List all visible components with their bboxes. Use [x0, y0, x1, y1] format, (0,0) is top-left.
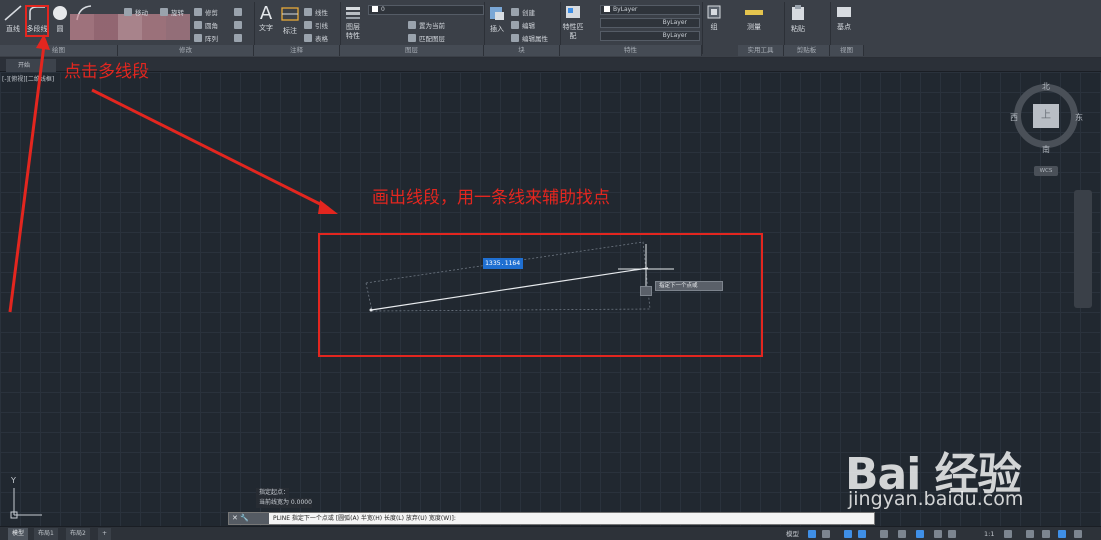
annotation-arrowhead-up [36, 34, 50, 50]
annotation-arrowhead-down [318, 200, 338, 214]
callout-click-polyline: 点击多线段 [64, 62, 149, 82]
annotation-arrow-down [91, 88, 329, 210]
add-icon[interactable] [1026, 530, 1034, 538]
scale-readout[interactable]: 1:1 [984, 528, 994, 540]
dynamic-prompt-icon [640, 286, 652, 296]
command-history: 指定起点： 当前线宽为 0.0000 [256, 488, 436, 508]
compass-east[interactable]: 东 [1075, 112, 1083, 123]
model-space-toggle[interactable]: 模型 [786, 528, 799, 540]
snap-icon[interactable] [822, 530, 830, 538]
tab-layout2[interactable]: 布局2 [66, 528, 90, 540]
isolate-icon[interactable] [1058, 530, 1066, 538]
add-layout-button[interactable]: + [98, 528, 112, 540]
command-line-controls[interactable]: ✕ 🔧 [229, 513, 269, 524]
osnap-icon[interactable] [880, 530, 888, 538]
compass-south[interactable]: 南 [1042, 144, 1050, 155]
hardware-accel-icon[interactable] [1042, 530, 1050, 538]
callout-draw-segment: 画出线段，用一条线来辅助找点 [372, 188, 610, 208]
command-history-line: 指定起点： [256, 488, 290, 498]
command-line[interactable]: ✕ 🔧 PLINE 指定下一个点或 [圆弧(A) 半宽(H) 长度(L) 放弃(… [228, 512, 875, 525]
dynamic-length-input[interactable]: 1335.1164 [483, 258, 523, 269]
dynamic-prompt-tooltip: 指定下一个点或 [655, 281, 723, 291]
workspace-gear-icon[interactable] [1004, 530, 1012, 538]
wcs-menu[interactable]: WCS [1034, 166, 1058, 176]
compass-north[interactable]: 北 [1042, 81, 1050, 92]
status-bar: 模型 布局1 布局2 + 模型 1:1 [0, 526, 1101, 540]
otrack-icon[interactable] [898, 530, 906, 538]
grid-icon[interactable] [808, 530, 816, 538]
lineweight-icon[interactable] [916, 530, 924, 538]
tab-model[interactable]: 模型 [8, 528, 29, 540]
annotation-scale-icon[interactable] [934, 530, 942, 538]
command-prompt-text[interactable]: PLINE 指定下一个点或 [圆弧(A) 半宽(H) 长度(L) 放弃(U) 宽… [273, 514, 456, 523]
navigation-bar[interactable] [1074, 190, 1092, 308]
baidu-watermark-url: jingyan.baidu.com [848, 488, 1024, 510]
annotation-visibility-icon[interactable] [948, 530, 956, 538]
polar-icon[interactable] [858, 530, 866, 538]
annotation-arrow-up [8, 44, 46, 313]
ucs-y-label: Y [11, 476, 16, 485]
ortho-icon[interactable] [844, 530, 852, 538]
compass-west[interactable]: 西 [1010, 112, 1018, 123]
customize-menu-icon[interactable] [1074, 530, 1082, 538]
tab-layout1[interactable]: 布局1 [34, 528, 58, 540]
drawing-highlight-box [318, 233, 763, 357]
viewcube-top-face[interactable]: 上 [1033, 104, 1059, 128]
command-history-line: 当前线宽为 0.0000 [256, 498, 312, 508]
